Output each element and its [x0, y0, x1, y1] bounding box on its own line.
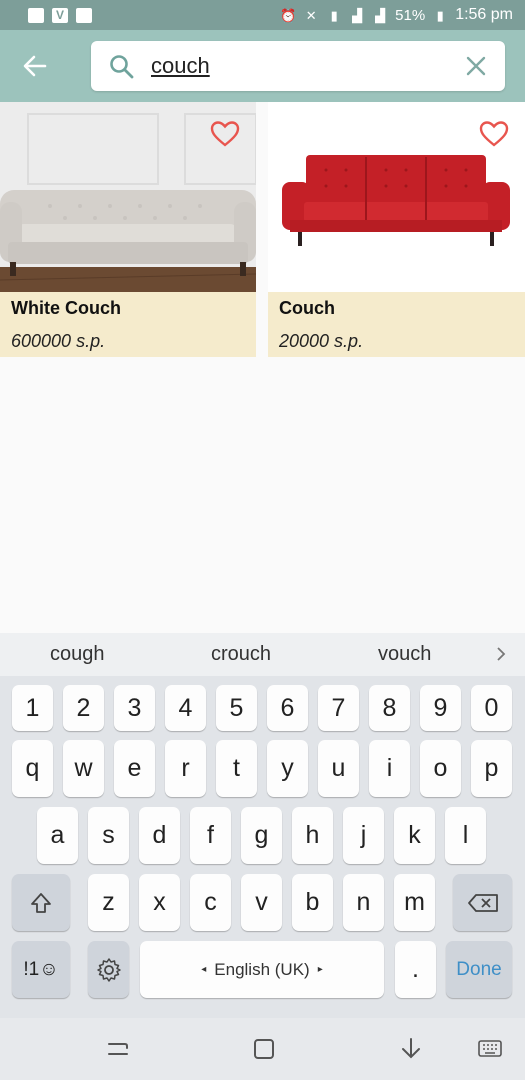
key-e[interactable]: e	[114, 740, 155, 797]
favorite-heart-icon[interactable]	[210, 120, 240, 148]
suggestion-bar: cough crouch vouch	[0, 633, 525, 676]
key-8[interactable]: 8	[369, 685, 410, 731]
hide-keyboard-button[interactable]	[398, 1036, 424, 1062]
recents-button[interactable]	[105, 1036, 131, 1062]
key-u[interactable]: u	[318, 740, 359, 797]
key-t[interactable]: t	[216, 740, 257, 797]
key-4[interactable]: 4	[165, 685, 206, 731]
key-w[interactable]: w	[63, 740, 104, 797]
backspace-key[interactable]	[453, 874, 512, 931]
space-language-label: English (UK)	[214, 959, 310, 979]
battery-percent: 51%	[395, 6, 426, 24]
key-9[interactable]: 9	[420, 685, 461, 731]
key-d[interactable]: d	[139, 807, 180, 864]
period-key[interactable]: .	[395, 941, 436, 998]
key-g[interactable]: g	[241, 807, 282, 864]
keyboard-switch-icon[interactable]	[477, 1036, 503, 1062]
key-6[interactable]: 6	[267, 685, 308, 731]
message-notification-icon	[76, 7, 92, 23]
status-time: 1:56 pm	[455, 6, 513, 23]
chevron-left-icon: ◂	[201, 964, 207, 975]
key-p[interactable]: p	[471, 740, 512, 797]
symbols-key[interactable]: !1☺	[12, 941, 70, 998]
key-c[interactable]: c	[190, 874, 231, 931]
key-5[interactable]: 5	[216, 685, 257, 731]
gear-icon	[96, 957, 121, 982]
chevron-right-icon[interactable]	[496, 646, 506, 662]
key-q[interactable]: q	[12, 740, 53, 797]
product-title: White Couch	[11, 298, 121, 318]
key-b[interactable]: b	[292, 874, 333, 931]
home-button[interactable]	[251, 1036, 277, 1062]
shift-arrow-icon	[31, 892, 51, 913]
shift-key[interactable]	[12, 874, 70, 931]
key-j[interactable]: j	[343, 807, 384, 864]
alarm-icon: ⏰	[280, 7, 297, 23]
key-v[interactable]: v	[241, 874, 282, 931]
key-o[interactable]: o	[420, 740, 461, 797]
suggestion-item[interactable]: crouch	[211, 643, 271, 666]
battery-icon: ▮	[436, 7, 444, 23]
viber-notification-icon: V	[52, 7, 68, 23]
key-i[interactable]: i	[369, 740, 410, 797]
product-price: 600000 s.p.	[11, 331, 106, 351]
soft-keyboard: cough crouch vouch 1 2 3 4 5 6 7 8 9 0 q…	[0, 633, 525, 1018]
key-0[interactable]: 0	[471, 685, 512, 731]
chevron-right-icon: ▸	[317, 964, 323, 975]
key-r[interactable]: r	[165, 740, 206, 797]
key-1[interactable]: 1	[12, 685, 53, 731]
signal-icon: ▟	[352, 7, 363, 23]
suggestion-item[interactable]: vouch	[378, 643, 431, 666]
key-2[interactable]: 2	[63, 685, 104, 731]
key-3[interactable]: 3	[114, 685, 155, 731]
search-app-bar	[0, 30, 525, 102]
space-key[interactable]: ◂ English (UK) ▸	[140, 941, 384, 998]
backspace-icon	[467, 893, 498, 912]
key-z[interactable]: z	[88, 874, 129, 931]
key-k[interactable]: k	[394, 807, 435, 864]
product-card[interactable]: White Couch 600000 s.p.	[0, 102, 256, 357]
key-n[interactable]: n	[343, 874, 384, 931]
search-input[interactable]	[151, 51, 441, 81]
key-x[interactable]: x	[139, 874, 180, 931]
sim-icon: ▮	[330, 7, 338, 23]
product-title: Couch	[279, 298, 335, 318]
key-s[interactable]: s	[88, 807, 129, 864]
product-price: 20000 s.p.	[279, 331, 364, 351]
back-button[interactable]	[16, 48, 54, 84]
clear-search-button[interactable]	[465, 55, 487, 77]
key-m[interactable]: m	[394, 874, 435, 931]
signal-bars-icon: ▟	[375, 7, 386, 23]
key-a[interactable]: a	[37, 807, 78, 864]
suggestion-item[interactable]: cough	[50, 643, 105, 666]
key-y[interactable]: y	[267, 740, 308, 797]
done-key[interactable]: Done	[446, 941, 512, 998]
key-f[interactable]: f	[190, 807, 231, 864]
key-7[interactable]: 7	[318, 685, 359, 731]
system-nav-bar	[0, 1018, 525, 1080]
status-bar: V ⏰ ✕ ▮ ▟ ▟ 51% ▮ 1:56 pm	[0, 0, 525, 30]
favorite-heart-icon[interactable]	[479, 120, 509, 148]
settings-key[interactable]	[88, 941, 129, 998]
gallery-notification-icon	[28, 7, 44, 23]
search-icon	[110, 55, 134, 79]
key-l[interactable]: l	[445, 807, 486, 864]
key-h[interactable]: h	[292, 807, 333, 864]
mute-icon: ✕	[305, 7, 317, 23]
search-box[interactable]	[91, 41, 505, 91]
product-card[interactable]: Couch 20000 s.p.	[268, 102, 525, 357]
arrow-left-icon	[23, 55, 47, 77]
